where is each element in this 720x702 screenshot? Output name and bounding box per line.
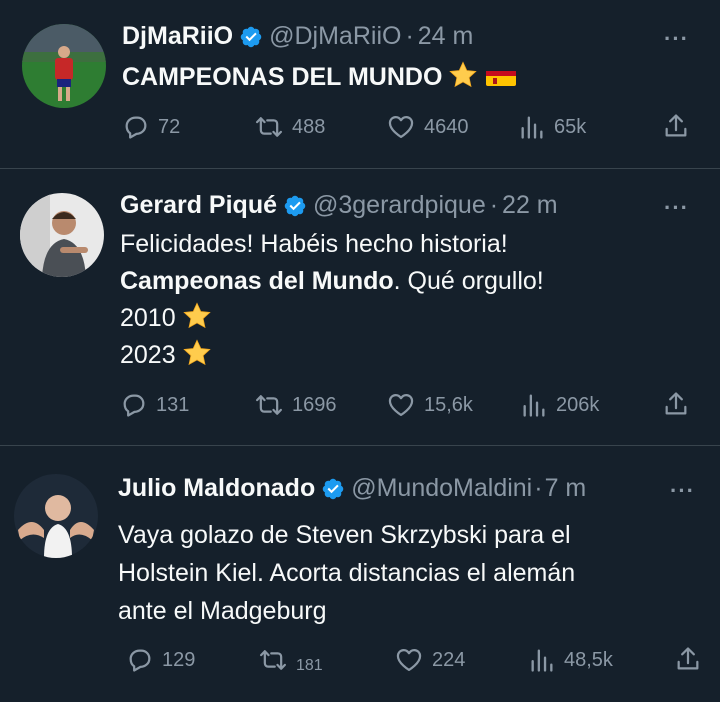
- like-icon: [386, 391, 416, 419]
- year-2010: 2010: [120, 304, 176, 332]
- views-button[interactable]: 206k: [520, 391, 599, 419]
- like-count: 4640: [424, 115, 469, 138]
- share-icon: [674, 645, 702, 673]
- avatar[interactable]: [20, 193, 104, 277]
- reply-icon: [126, 646, 154, 674]
- retweet-button[interactable]: 181: [258, 646, 323, 674]
- star-emoji-icon: [182, 338, 212, 368]
- like-button[interactable]: 15,6k: [386, 391, 473, 419]
- user-handle[interactable]: @DjMaRiiO: [269, 22, 401, 51]
- views-button[interactable]: 65k: [518, 113, 586, 141]
- tweet-text-line: 2010: [120, 301, 212, 335]
- timestamp[interactable]: 22 m: [502, 191, 558, 220]
- retweet-count: 488: [292, 115, 326, 138]
- retweet-button[interactable]: 1696: [254, 391, 337, 419]
- display-name[interactable]: Gerard Piqué: [120, 191, 277, 220]
- reply-count: 129: [162, 648, 196, 671]
- reply-count: 72: [158, 115, 181, 138]
- separator-dot: ·: [489, 191, 499, 219]
- share-button[interactable]: [662, 112, 690, 140]
- views-icon: [528, 646, 556, 674]
- more-options-icon[interactable]: ···: [670, 478, 695, 504]
- tweet-text-line: ante el Madgeburg: [118, 597, 327, 625]
- timestamp[interactable]: 24 m: [418, 22, 474, 51]
- avatar-photo: [14, 474, 98, 558]
- views-icon: [520, 391, 548, 419]
- view-count: 206k: [556, 393, 600, 416]
- tweet-3[interactable]: Julio Maldonado @MundoMaldini · 7 m ··· …: [0, 446, 720, 702]
- tweet-text-line: Felicidades! Habéis hecho historia!: [120, 230, 508, 258]
- retweet-icon: [254, 113, 284, 141]
- star-emoji-icon: [182, 301, 212, 331]
- views-icon: [518, 113, 546, 141]
- like-button[interactable]: 4640: [386, 113, 469, 141]
- tweet-header: Gerard Piqué @3gerardpique · 22 m: [120, 191, 558, 220]
- like-icon: [394, 646, 424, 674]
- verified-badge-icon: [321, 477, 345, 501]
- retweet-icon: [258, 646, 288, 674]
- like-icon: [386, 113, 416, 141]
- reply-count: 131: [156, 393, 190, 416]
- user-handle[interactable]: @3gerardpique: [313, 191, 486, 220]
- tweet-2[interactable]: Gerard Piqué @3gerardpique · 22 m ··· Fe…: [0, 169, 720, 445]
- display-name[interactable]: Julio Maldonado: [118, 474, 315, 503]
- timestamp[interactable]: 7 m: [545, 474, 587, 503]
- user-handle[interactable]: @MundoMaldini: [351, 474, 532, 503]
- tweet-text-line: Vaya golazo de Steven Skrzybski para el: [118, 521, 571, 549]
- like-count: 15,6k: [424, 393, 473, 416]
- share-button[interactable]: [662, 390, 690, 418]
- reply-button[interactable]: 129: [126, 646, 195, 674]
- avatar[interactable]: [22, 24, 106, 108]
- like-button[interactable]: 224: [394, 646, 465, 674]
- tweet-header: Julio Maldonado @MundoMaldini · 7 m: [118, 474, 586, 503]
- tweet-text-line: Campeonas del Mundo. Qué orgullo!: [120, 264, 544, 298]
- tweet-text-bold: Campeonas del Mundo: [120, 267, 394, 295]
- display-name[interactable]: DjMaRiiO: [122, 22, 233, 51]
- reply-button[interactable]: 131: [120, 391, 189, 419]
- tweet-text: CAMPEONAS DEL MUNDO: [122, 60, 517, 94]
- like-count: 224: [432, 648, 466, 671]
- separator-dot: ·: [534, 474, 543, 502]
- retweet-button[interactable]: 488: [254, 113, 325, 141]
- reply-button[interactable]: 72: [122, 113, 180, 141]
- reply-icon: [120, 391, 148, 419]
- verified-badge-icon: [283, 194, 307, 218]
- retweet-count: 181: [296, 657, 323, 674]
- views-button[interactable]: 48,5k: [528, 646, 613, 674]
- avatar[interactable]: [14, 474, 98, 558]
- tweet-text-line: 2023: [120, 338, 212, 372]
- tweet-text-line: CAMPEONAS DEL MUNDO: [122, 63, 443, 91]
- spain-flag-emoji-icon: [486, 66, 517, 86]
- tweet-1[interactable]: DjMaRiiO @DjMaRiiO · 24 m ··· CAMPEONAS …: [0, 0, 720, 168]
- view-count: 48,5k: [564, 648, 613, 671]
- avatar-photo: [22, 24, 106, 108]
- tweet-header: DjMaRiiO @DjMaRiiO · 24 m: [122, 22, 473, 51]
- share-icon: [662, 112, 690, 140]
- reply-icon: [122, 113, 150, 141]
- more-options-icon[interactable]: ···: [664, 195, 689, 221]
- separator-dot: ·: [405, 22, 414, 50]
- verified-badge-icon: [239, 25, 263, 49]
- tweet-text-line: Holstein Kiel. Acorta distancias el alem…: [118, 559, 576, 587]
- retweet-icon: [254, 391, 284, 419]
- view-count: 65k: [554, 115, 587, 138]
- retweet-count: 1696: [292, 393, 337, 416]
- year-2023: 2023: [120, 341, 176, 369]
- tweet-text-rest: . Qué orgullo!: [393, 267, 544, 295]
- share-button[interactable]: [674, 645, 702, 673]
- avatar-photo: [20, 193, 104, 277]
- share-icon: [662, 390, 690, 418]
- more-options-icon[interactable]: ···: [664, 26, 689, 52]
- star-emoji-icon: [448, 60, 478, 90]
